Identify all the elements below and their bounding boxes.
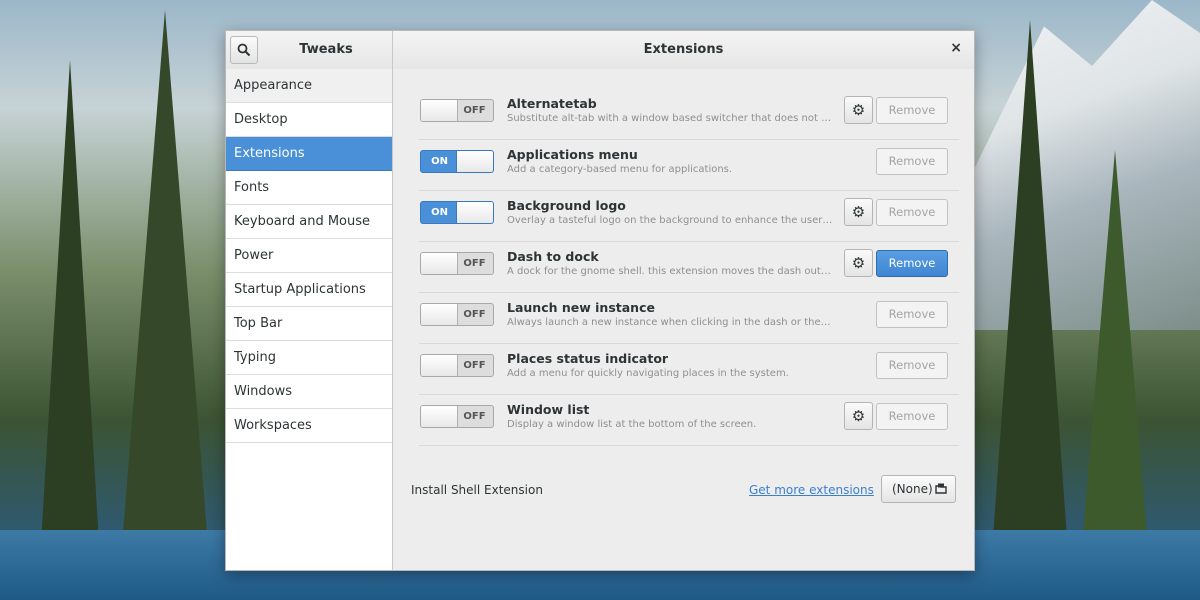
extension-name: Window list [507,402,590,417]
toggle-state-label: OFF [463,411,486,422]
extension-row-alternatetab: OFF Alternatetab Substitute alt-tab with a… [419,89,959,140]
search-button[interactable] [230,36,258,64]
file-open-icon [935,483,947,494]
extensions-panel: OFF Alternatetab Substitute alt-tab with a… [393,69,974,570]
extension-remove-button-applications-menu[interactable]: Remove [876,148,948,175]
get-more-extensions-link[interactable]: Get more extensions [749,483,874,497]
sidebar-item-windows[interactable]: Windows [226,375,392,409]
gear-icon: ⚙ [851,203,866,221]
extension-description: Substitute alt-tab with a window based s… [507,113,833,124]
extension-description: Overlay a tasteful logo on the backgroun… [507,215,833,226]
extension-row-launch-new-instance: OFF Launch new instance Always launch a ne… [419,293,959,344]
extension-toggle-background-logo[interactable]: ON [420,201,494,224]
close-button[interactable]: × [950,40,962,56]
wallpaper-tree [120,10,210,570]
extension-remove-button-background-logo[interactable]: Remove [876,199,948,226]
extension-toggle-dash-to-dock[interactable]: OFF [420,252,494,275]
sidebar-item-typing[interactable]: Typing [226,341,392,375]
toggle-knob [421,253,458,274]
page-title: Extensions [643,42,724,57]
install-shell-extension-row: Install Shell Extension Get more extensi… [411,472,956,506]
app-title: Tweaks [299,42,353,57]
extension-remove-button-window-list[interactable]: Remove [876,403,948,430]
extension-toggle-applications-menu[interactable]: ON [420,150,494,173]
gear-icon: ⚙ [851,101,866,119]
file-chooser-label: (None) [892,482,933,496]
extension-toggle-window-list[interactable]: OFF [420,405,494,428]
sidebar-item-desktop[interactable]: Desktop [226,103,392,137]
extension-name: Background logo [507,198,626,213]
sidebar-item-workspaces[interactable]: Workspaces [226,409,392,443]
toggle-state-label: OFF [463,360,486,371]
extension-name: Launch new instance [507,300,655,315]
wallpaper-mountain [960,0,1200,330]
wallpaper-tree [990,20,1070,580]
extension-name: Alternatetab [507,96,597,111]
extension-name: Places status indicator [507,351,669,366]
toggle-state-label: OFF [463,309,486,320]
toggle-knob [456,151,493,172]
wallpaper-tree [40,60,100,560]
extension-settings-button-dash-to-dock[interactable]: ⚙ [844,249,873,277]
extension-description: A dock for the gnome shell. this extensi… [507,266,833,277]
extension-toggle-alternatetab[interactable]: OFF [420,99,494,122]
extension-settings-button-alternatetab[interactable]: ⚙ [844,96,873,124]
toggle-state-label: OFF [463,258,486,269]
extension-remove-button-places-status-indicator[interactable]: Remove [876,352,948,379]
toggle-state-label: ON [431,207,448,218]
extension-settings-button-window-list[interactable]: ⚙ [844,402,873,430]
extension-toggle-places-status-indicator[interactable]: OFF [420,354,494,377]
sidebar: Appearance Desktop Extensions Fonts Keyb… [226,69,393,570]
sidebar-item-keyboard-and-mouse[interactable]: Keyboard and Mouse [226,205,392,239]
sidebar-item-fonts[interactable]: Fonts [226,171,392,205]
gear-icon: ⚙ [851,254,866,272]
toggle-knob [421,100,458,121]
extension-remove-button-launch-new-instance[interactable]: Remove [876,301,948,328]
extension-description: Add a menu for quickly navigating places… [507,368,789,379]
extension-row-applications-menu: ON Applications menu Add a category-based … [419,140,959,191]
extension-row-background-logo: ON Background logo Overlay a tasteful logo… [419,191,959,242]
install-shell-extension-label: Install Shell Extension [411,483,543,497]
search-icon [237,43,251,57]
gear-icon: ⚙ [851,407,866,425]
toggle-knob [421,406,458,427]
toggle-knob [421,304,458,325]
header-bar: Tweaks Extensions × [226,31,974,70]
extension-remove-button-dash-to-dock[interactable]: Remove [876,250,948,277]
extension-description: Add a category-based menu for applicatio… [507,164,733,175]
sidebar-item-top-bar[interactable]: Top Bar [226,307,392,341]
extension-description: Always launch a new instance when clicki… [507,317,833,328]
extension-name: Applications menu [507,147,638,162]
toggle-knob [456,202,493,223]
sidebar-item-appearance[interactable]: Appearance [226,69,392,103]
extension-settings-button-background-logo[interactable]: ⚙ [844,198,873,226]
toggle-knob [421,355,458,376]
extension-file-chooser-button[interactable]: (None) [881,475,956,503]
toggle-state-label: ON [431,156,448,167]
extension-row-window-list: OFF Window list Display a window list at t… [419,395,959,446]
extension-list: OFF Alternatetab Substitute alt-tab with a… [419,89,959,446]
tweaks-window: Tweaks Extensions × Appearance Desktop E… [225,30,975,571]
extension-description: Display a window list at the bottom of t… [507,419,757,430]
header-bar-sidebar-section: Tweaks [226,31,393,69]
close-icon: × [950,40,962,56]
sidebar-item-power[interactable]: Power [226,239,392,273]
sidebar-item-extensions[interactable]: Extensions [226,137,392,171]
extension-toggle-launch-new-instance[interactable]: OFF [420,303,494,326]
extension-name: Dash to dock [507,249,599,264]
extension-row-dash-to-dock: OFF Dash to dock A dock for the gnome shel… [419,242,959,293]
extension-remove-button-alternatetab[interactable]: Remove [876,97,948,124]
toggle-state-label: OFF [463,105,486,116]
wallpaper-tree [1080,150,1150,570]
sidebar-item-startup-applications[interactable]: Startup Applications [226,273,392,307]
extension-row-places-status-indicator: OFF Places status indicator Add a menu for… [419,344,959,395]
